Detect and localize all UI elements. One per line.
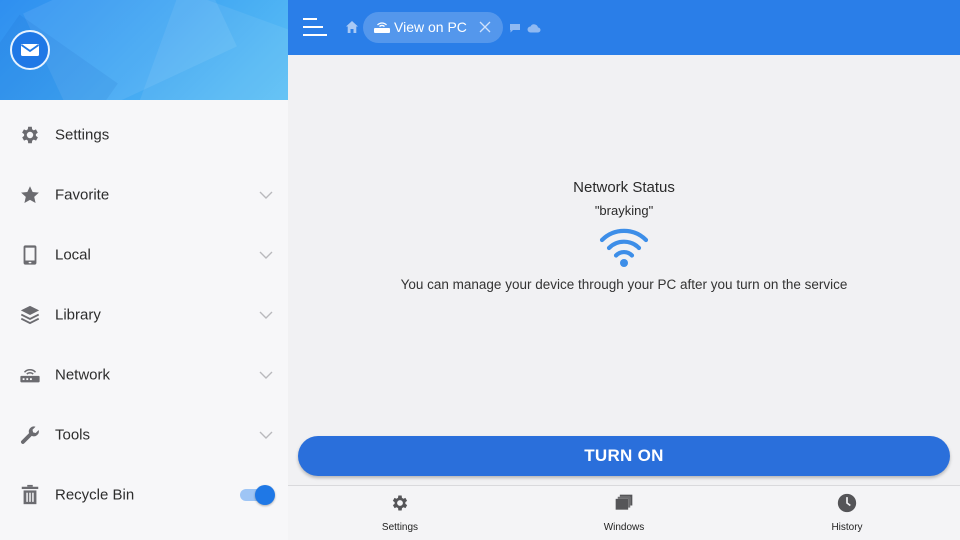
turn-on-button[interactable]: TURN ON: [298, 436, 950, 476]
recycle-bin-toggle[interactable]: [240, 485, 276, 505]
phone-icon: [23, 245, 37, 265]
chevron-down-icon[interactable]: [259, 190, 273, 200]
top-bar: View on PC: [288, 0, 960, 55]
chevron-down-icon[interactable]: [259, 430, 273, 440]
home-icon[interactable]: [345, 20, 359, 34]
close-icon[interactable]: [479, 21, 491, 33]
chevron-down-icon[interactable]: [259, 250, 273, 260]
sidebar-item-label: Favorite: [55, 186, 110, 204]
main-content: Network Status "brayking" You can manage…: [288, 55, 960, 485]
bottom-nav-history[interactable]: History: [787, 486, 907, 540]
bottom-nav-settings[interactable]: Settings: [340, 486, 460, 540]
chevron-down-icon[interactable]: [259, 310, 273, 320]
tab-label: View on PC: [394, 19, 467, 35]
sidebar-item-label: Tools: [55, 426, 91, 444]
sidebar-header: [0, 0, 288, 100]
wifi-icon: [599, 228, 649, 267]
clock-icon: [837, 493, 857, 513]
sidebar-item-favorite[interactable]: Favorite: [0, 165, 288, 225]
sidebar-item-label: Network: [55, 366, 111, 384]
bottom-nav-label: Settings: [381, 522, 419, 533]
sidebar-item-label: Local: [55, 246, 91, 264]
mail-button[interactable]: [10, 30, 50, 70]
bottom-nav-label: Windows: [603, 522, 645, 533]
menu-icon[interactable]: [302, 16, 328, 38]
sidebar-item-network[interactable]: Network: [0, 345, 288, 405]
trash-icon: [21, 484, 39, 505]
gear-icon: [22, 126, 38, 144]
sidebar-item-library[interactable]: Library: [0, 285, 288, 345]
network-name: "brayking": [594, 203, 654, 218]
bottom-nav-windows[interactable]: Windows: [564, 486, 684, 540]
bottom-nav: Settings Windows History: [288, 485, 960, 540]
tab-view-on-pc[interactable]: View on PC: [363, 12, 503, 43]
cloud-icon[interactable]: [527, 23, 541, 33]
wrench-icon: [21, 426, 39, 444]
mail-icon: [20, 44, 40, 56]
sidebar-item-recycle-bin[interactable]: Recycle Bin: [0, 465, 288, 525]
service-description: You can manage your device through your …: [400, 277, 848, 292]
chevron-down-icon[interactable]: [259, 370, 273, 380]
network-status-title: Network Status: [573, 179, 675, 196]
sidebar-item-local[interactable]: Local: [0, 225, 288, 285]
sidebar: Settings Favorite Local Library Network …: [0, 0, 288, 540]
sidebar-item-label: Library: [55, 306, 101, 324]
bottom-nav-label: History: [831, 522, 863, 533]
sidebar-item-label: Settings: [55, 126, 110, 144]
star-icon: [21, 186, 39, 203]
chat-icon[interactable]: [509, 23, 521, 33]
gear-icon: [392, 495, 408, 511]
router-icon: [20, 369, 40, 383]
sidebar-item-settings[interactable]: Settings: [0, 105, 288, 165]
sidebar-item-tools[interactable]: Tools: [0, 405, 288, 465]
windows-stack-icon: [615, 494, 633, 510]
layers-icon: [20, 305, 40, 325]
router-icon: [374, 22, 390, 33]
sidebar-item-label: Recycle Bin: [55, 486, 135, 504]
